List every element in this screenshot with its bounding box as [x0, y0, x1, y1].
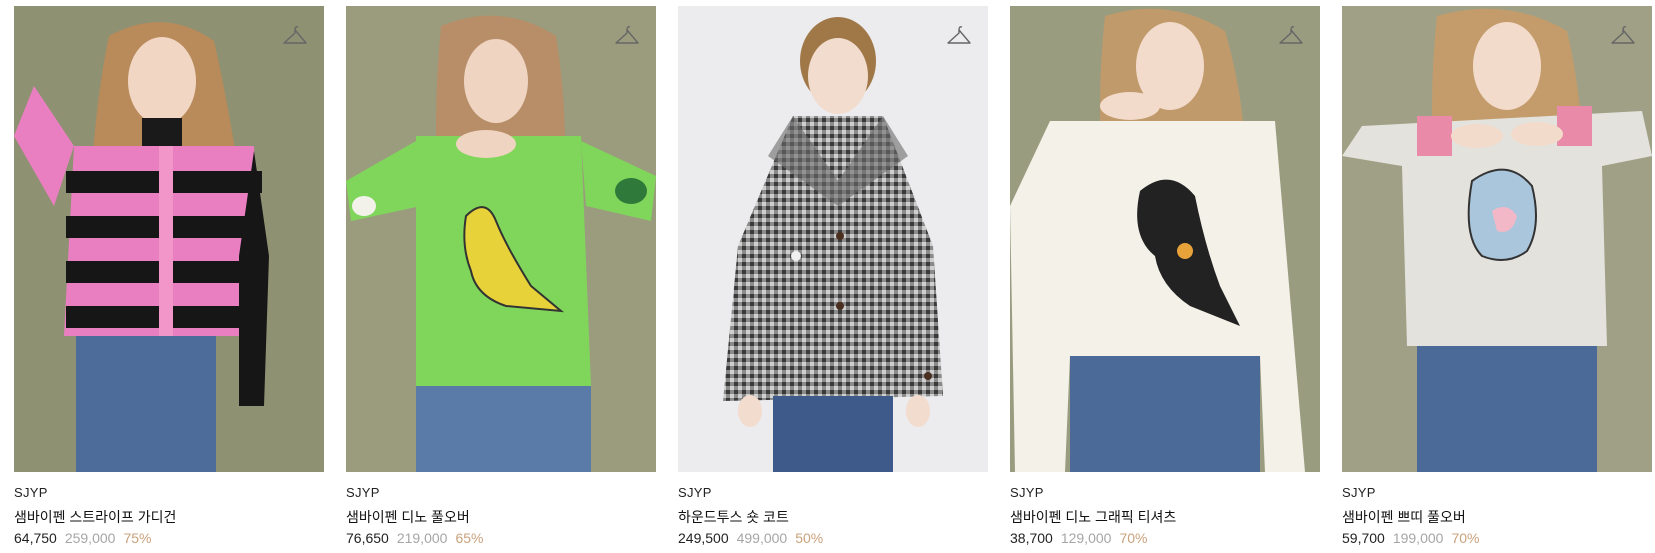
product-photo [346, 6, 656, 472]
sale-price: 64,750 [14, 530, 57, 546]
brand-name[interactable]: SJYP [346, 485, 380, 500]
hanger-icon[interactable] [1610, 24, 1636, 48]
brand-name[interactable]: SJYP [14, 485, 48, 500]
hanger-icon[interactable] [282, 24, 308, 48]
sale-price: 38,700 [1010, 530, 1053, 546]
price-row: 249,500 499,000 50% [678, 530, 823, 546]
product-photo [14, 6, 324, 472]
sale-price: 76,650 [346, 530, 389, 546]
original-price: 199,000 [1392, 530, 1444, 546]
hanger-icon[interactable] [946, 24, 972, 48]
sale-price: 249,500 [678, 530, 729, 546]
original-price: 499,000 [736, 530, 788, 546]
product-grid: SJYP 샘바이펜 스트라이프 가디건 64,750 259,000 75% S… [14, 6, 1654, 553]
brand-name[interactable]: SJYP [1342, 485, 1376, 500]
product-card[interactable]: SJYP 하운드투스 숏 코트 249,500 499,000 50% [678, 6, 988, 553]
price-row: 59,700 199,000 70% [1342, 530, 1479, 546]
product-name[interactable]: 샘바이펜 쁘띠 풀오버 [1342, 507, 1466, 527]
product-name[interactable]: 샘바이펜 디노 풀오버 [346, 507, 470, 527]
product-image[interactable] [346, 6, 656, 472]
discount-rate: 65% [455, 530, 484, 546]
product-card[interactable]: SJYP 샘바이펜 디노 풀오버 76,650 219,000 65% [346, 6, 656, 553]
product-photo [678, 6, 988, 472]
product-photo [1010, 6, 1320, 472]
product-card[interactable]: SJYP 샘바이펜 디노 그래픽 티셔츠 38,700 129,000 70% [1010, 6, 1320, 553]
original-price: 129,000 [1060, 530, 1112, 546]
discount-rate: 50% [795, 530, 824, 546]
product-photo [1342, 6, 1652, 472]
product-image[interactable] [678, 6, 988, 472]
product-image[interactable] [1010, 6, 1320, 472]
price-row: 64,750 259,000 75% [14, 530, 151, 546]
product-card[interactable]: SJYP 샘바이펜 쁘띠 풀오버 59,700 199,000 70% [1342, 6, 1652, 553]
product-name[interactable]: 하운드투스 숏 코트 [678, 507, 789, 527]
discount-rate: 75% [123, 530, 152, 546]
brand-name[interactable]: SJYP [678, 485, 712, 500]
original-price: 219,000 [396, 530, 448, 546]
discount-rate: 70% [1451, 530, 1480, 546]
brand-name[interactable]: SJYP [1010, 485, 1044, 500]
product-name[interactable]: 샘바이펜 스트라이프 가디건 [14, 507, 176, 527]
sale-price: 59,700 [1342, 530, 1385, 546]
hanger-icon[interactable] [614, 24, 640, 48]
product-image[interactable] [1342, 6, 1652, 472]
product-image[interactable] [14, 6, 324, 472]
original-price: 259,000 [64, 530, 116, 546]
price-row: 38,700 129,000 70% [1010, 530, 1147, 546]
hanger-icon[interactable] [1278, 24, 1304, 48]
price-row: 76,650 219,000 65% [346, 530, 483, 546]
product-card[interactable]: SJYP 샘바이펜 스트라이프 가디건 64,750 259,000 75% [14, 6, 324, 553]
product-name[interactable]: 샘바이펜 디노 그래픽 티셔츠 [1010, 507, 1176, 527]
discount-rate: 70% [1119, 530, 1148, 546]
